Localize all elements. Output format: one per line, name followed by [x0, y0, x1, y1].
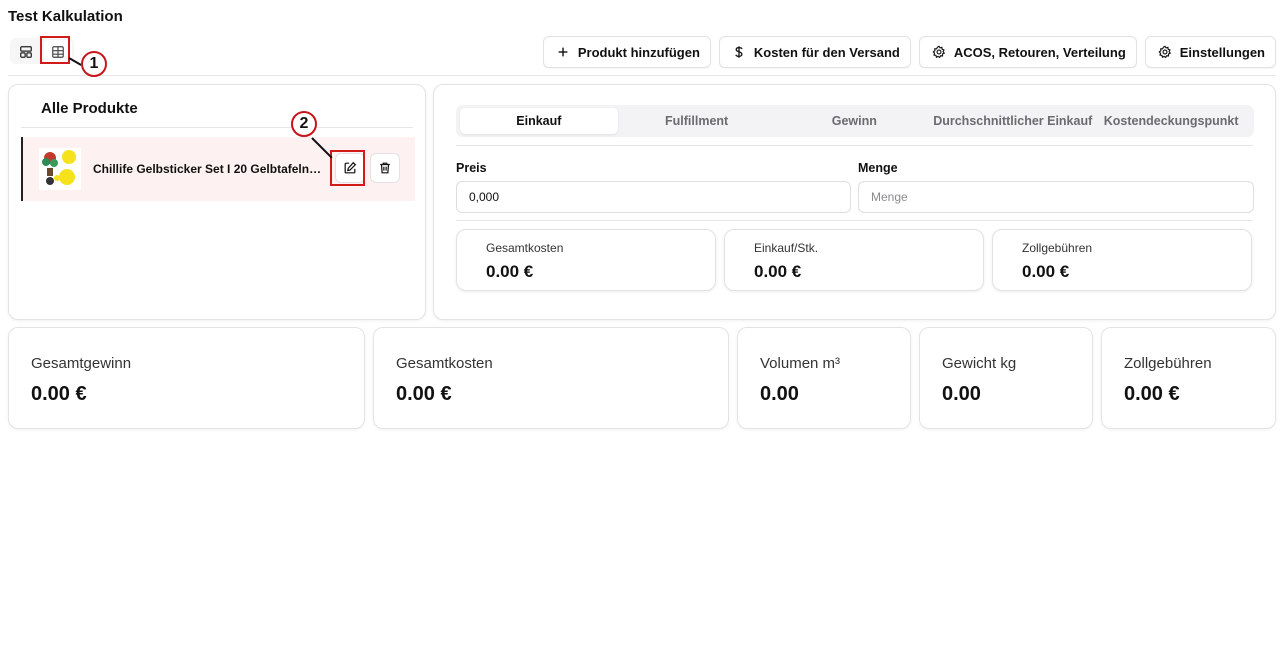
page-title: Test Kalkulation [8, 8, 123, 25]
total-costs-value: 0.00 € [486, 262, 534, 281]
summary-weight-value: 0.00 [942, 383, 981, 405]
customs-fees-label: Zollgebühren [1022, 241, 1093, 255]
settings-label: Einstellungen [1179, 44, 1265, 60]
summary-total-profit-value: 0.00 € [31, 383, 87, 405]
highlight-box-1 [40, 36, 70, 64]
tab-einkauf[interactable]: Einkauf [460, 108, 618, 134]
product-thumbnail [39, 148, 81, 190]
gear-icon [1158, 45, 1171, 59]
customs-fees-card: Zollgebühren 0.00 € [992, 229, 1252, 291]
detail-card: Einkauf Fulfillment Gewinn Durchschnittl… [433, 84, 1276, 320]
summary-weight-label: Gewicht kg [942, 355, 1017, 372]
dashboard-view-button[interactable] [12, 40, 40, 64]
tab-kostendeckungspunkt[interactable]: Kostendeckungspunkt [1092, 108, 1250, 134]
summary-total-profit-card: Gesamtgewinn 0.00 € [8, 327, 365, 429]
summary-total-costs-label: Gesamtkosten [396, 355, 493, 372]
settings-button[interactable]: Einstellungen [1144, 36, 1276, 68]
unit-purchase-label: Einkauf/Stk. [754, 241, 819, 255]
customs-fees-value: 0.00 € [1022, 262, 1070, 281]
unit-purchase-value: 0.00 € [754, 262, 802, 281]
tab-bar: Einkauf Fulfillment Gewinn Durchschnittl… [456, 105, 1254, 137]
shipping-costs-button[interactable]: Kosten für den Versand [718, 36, 911, 68]
dollar-icon [735, 46, 743, 58]
add-product-button[interactable]: Produkt hinzufügen [542, 36, 711, 68]
product-image-icon [39, 148, 81, 190]
products-title: Alle Produkte [41, 100, 138, 117]
products-divider [21, 127, 413, 128]
summary-customs-label: Zollgebühren [1124, 355, 1212, 372]
summary-volume-value: 0.00 [760, 383, 799, 405]
tab-gewinn[interactable]: Gewinn [775, 108, 933, 134]
products-card: Alle Produkte Chillife Gelbsticker Set I… [8, 84, 426, 320]
acos-label: ACOS, Retouren, Verteilung [953, 44, 1126, 60]
acos-button[interactable]: ACOS, Retouren, Verteilung [918, 36, 1137, 68]
summary-total-costs-value: 0.00 € [396, 383, 452, 405]
toolbar: Produkt hinzufügen Kosten für den Versan… [542, 36, 1276, 68]
summary-total-costs-card: Gesamtkosten 0.00 € [373, 327, 729, 429]
tab-fulfillment[interactable]: Fulfillment [618, 108, 776, 134]
add-product-label: Produkt hinzufügen [577, 44, 700, 60]
total-costs-label: Gesamtkosten [486, 241, 564, 255]
shipping-costs-label: Kosten für den Versand [753, 44, 900, 60]
highlight-box-2 [330, 150, 365, 186]
total-costs-card: Gesamtkosten 0.00 € [456, 229, 716, 291]
unit-purchase-card: Einkauf/Stk. 0.00 € [724, 229, 984, 291]
annotation-marker-2: 2 [291, 111, 317, 137]
tabs-divider [456, 145, 1253, 146]
summary-customs-value: 0.00 € [1124, 383, 1180, 405]
price-input[interactable] [456, 181, 851, 213]
quantity-input[interactable] [858, 181, 1254, 213]
fields-divider [456, 220, 1253, 221]
summary-customs-card: Zollgebühren 0.00 € [1101, 327, 1276, 429]
quantity-label: Menge [858, 161, 898, 175]
summary-total-profit-label: Gesamtgewinn [31, 355, 132, 372]
header-divider [8, 75, 1276, 76]
price-label: Preis [456, 161, 487, 175]
trash-icon [380, 162, 390, 174]
product-name: Chillife Gelbsticker Set I 20 Gelbtafeln… [93, 162, 323, 176]
tab-durchschnittlicher-einkauf[interactable]: Durchschnittlicher Einkauf [933, 108, 1092, 134]
summary-volume-label: Volumen m³ [760, 355, 841, 372]
summary-volume-card: Volumen m³ 0.00 [737, 327, 911, 429]
layout-dashboard-icon [20, 46, 32, 58]
annotation-marker-1: 1 [81, 51, 107, 77]
gear-icon [932, 45, 945, 59]
delete-product-button[interactable] [370, 153, 400, 183]
summary-weight-card: Gewicht kg 0.00 [919, 327, 1093, 429]
plus-icon [558, 47, 568, 57]
